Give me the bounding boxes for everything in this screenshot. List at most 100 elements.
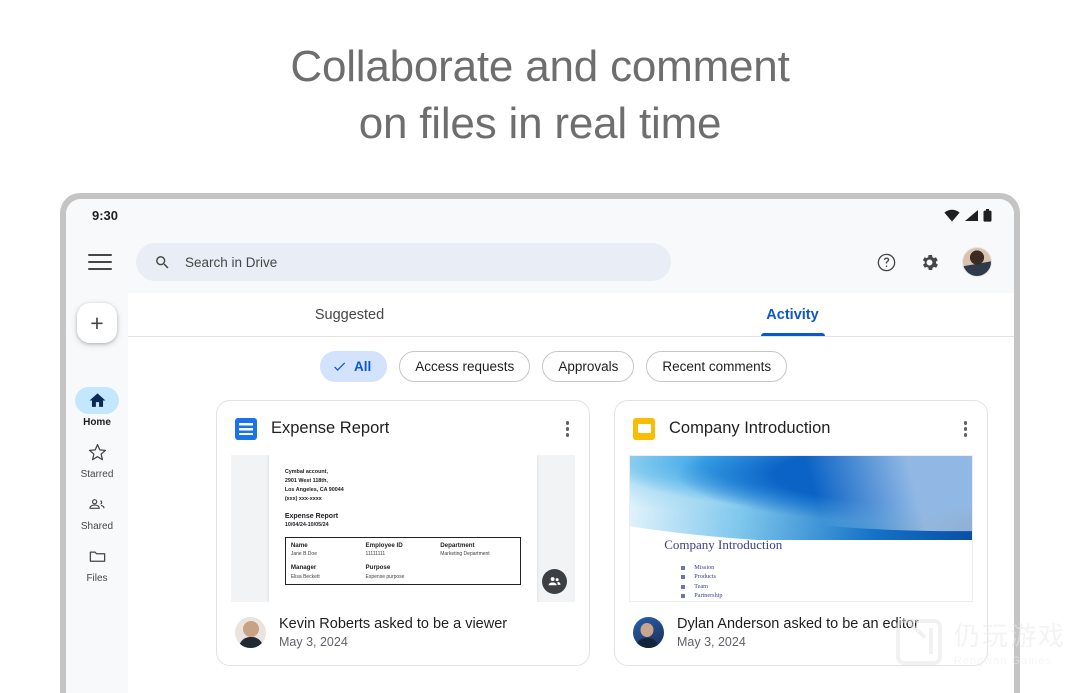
home-icon [75,387,119,414]
report-date-range: 10/04/24-10/05/24 [284,521,329,528]
slide-bullet-item: Products [681,572,722,582]
headline-line-2: on files in real time [358,99,722,148]
sidebar-item-label-shared: Shared [80,521,114,532]
table-header-purpose: Purpose [365,564,391,571]
chip-recent-comments[interactable]: Recent comments [646,351,788,382]
table-cell-employee-id: 11111111 [365,551,386,557]
tab-suggested[interactable]: Suggested [128,293,571,336]
table-cell-purpose: Expense purpose [365,573,405,580]
address-line-3: Los Angeles, CA 90044 [284,486,344,493]
device-screen: 9:30 Search in Drive + Home Starred Shar… [66,199,1014,693]
status-time: 9:30 [92,207,119,223]
file-title: Company Introduction [669,419,831,438]
sidebar-item-label-home: Home [83,417,111,428]
report-title: Expense Report [284,512,339,520]
search-input[interactable]: Search in Drive [136,243,671,281]
bullet-square-icon [681,584,686,589]
folder-icon [75,543,119,570]
wifi-icon [944,209,960,221]
activity-date: May 3, 2024 [279,634,348,649]
chip-access-requests[interactable]: Access requests [399,351,531,382]
activity-text: Dylan Anderson asked to be an editor [677,615,919,632]
table-header-row-1: Name Employee ID Department [291,542,515,549]
table-row: Elisa Beckett Expense purpose [291,571,515,580]
page-title: Collaborate and comment on files in real… [0,0,1080,152]
main-content: Suggested Activity All Access requests A… [128,293,1014,693]
sidebar-item-shared[interactable]: Shared [66,491,128,532]
table-header-manager: Manager [290,564,317,571]
user-avatar[interactable] [962,247,992,277]
tab-activity[interactable]: Activity [571,293,1014,336]
activity-card-company-introduction[interactable]: Company Introduction Company Introductio… [614,400,988,666]
table-row: Jane B.Doe 11111111 Marketing Department [290,549,515,557]
address-line-4: (xxx) xxx-xxxx [284,495,322,502]
star-icon [75,439,119,466]
chip-all[interactable]: All [320,351,388,382]
tab-bar: Suggested Activity [128,293,1014,337]
table-cell-department: Marketing Department [440,551,490,557]
app-bar: Search in Drive [66,231,1014,293]
shared-people-icon[interactable] [542,568,567,594]
activity-cards: Expense Report Cymbal account, 2901 West… [128,394,1014,666]
sidebar-item-files[interactable]: Files [66,543,128,584]
sidebar-nav: Home Starred Shared Files [66,387,128,584]
check-icon [334,362,346,371]
bullet-square-icon [681,594,686,599]
table-cell-manager: Elisa Beckett [290,573,320,580]
status-bar: 9:30 [66,199,1014,231]
headline-line-1: Collaborate and comment [290,42,790,91]
card-header: Company Introduction [615,401,987,455]
slide-title: Company Introduction [664,536,783,552]
doc-preview-page: Cymbal account, 2901 West 118th, Los Ang… [268,454,538,602]
activity-text: Kevin Roberts asked to be a viewer [279,615,508,632]
cellular-signal-icon [965,209,978,221]
file-thumbnail-slide[interactable]: Company Introduction Mission Products Te… [629,454,973,602]
activity-row: Kevin Roberts asked to be a viewer May 3… [217,602,589,665]
search-placeholder: Search in Drive [185,254,278,270]
activity-text-wrap: Dylan Anderson asked to be an editor May… [677,616,919,649]
address-line-1: Cymbal account, [284,468,328,475]
slide-bullet-item: Team [681,582,722,592]
activity-text-wrap: Kevin Roberts asked to be a viewer May 3… [279,616,507,649]
activity-date: May 3, 2024 [677,634,746,649]
table-header-employee-id: Employee ID [365,541,403,549]
battery-icon [983,208,992,222]
activity-row: Dylan Anderson asked to be an editor May… [615,602,987,665]
filter-chips: All Access requests Approvals Recent com… [128,337,1014,394]
kebab-menu-icon[interactable] [562,417,574,441]
slide-bullets: Mission Products Team Partnership [681,563,722,601]
bullet-square-icon [681,575,686,580]
dylan-anderson-avatar [633,616,664,648]
expense-table: Name Employee ID Department Jane B.Doe 1… [284,536,522,585]
table-header-name: Name [290,541,308,549]
sidebar-item-starred[interactable]: Starred [66,439,128,480]
kevin-roberts-avatar [235,616,266,648]
hamburger-menu-icon[interactable] [88,254,112,270]
kebab-menu-icon[interactable] [960,417,972,441]
table-cell-name: Jane B.Doe [290,551,317,557]
people-icon [75,491,119,518]
device-frame: 9:30 Search in Drive + Home Starred Shar… [60,193,1020,693]
sidebar: + Home Starred Shared Files [66,293,128,693]
status-icons [944,208,992,222]
table-header-row-2: Manager Purpose [291,564,515,571]
sidebar-item-home[interactable]: Home [66,387,128,428]
create-new-button[interactable]: + [77,303,117,343]
chip-approvals[interactable]: Approvals [542,351,635,382]
card-header: Expense Report [217,401,589,455]
sidebar-item-label-files: Files [86,573,108,584]
bullet-square-icon [681,565,686,570]
app-bar-actions [876,247,996,277]
app-body: + Home Starred Shared Files Suggested Ac… [66,293,1014,693]
help-circle-icon[interactable] [876,252,897,273]
slide-bullet-item: Mission [681,563,722,573]
search-icon [156,255,169,269]
gear-icon[interactable] [919,252,940,273]
google-slides-icon [633,417,655,440]
activity-card-expense-report[interactable]: Expense Report Cymbal account, 2901 West… [216,400,590,666]
address-line-2: 2901 West 118th, [284,477,328,484]
slide-banner-graphic [630,455,972,540]
file-thumbnail-doc[interactable]: Cymbal account, 2901 West 118th, Los Ang… [231,454,575,602]
slide-bullet-item: Partnership [681,591,722,600]
file-title: Expense Report [271,419,390,438]
